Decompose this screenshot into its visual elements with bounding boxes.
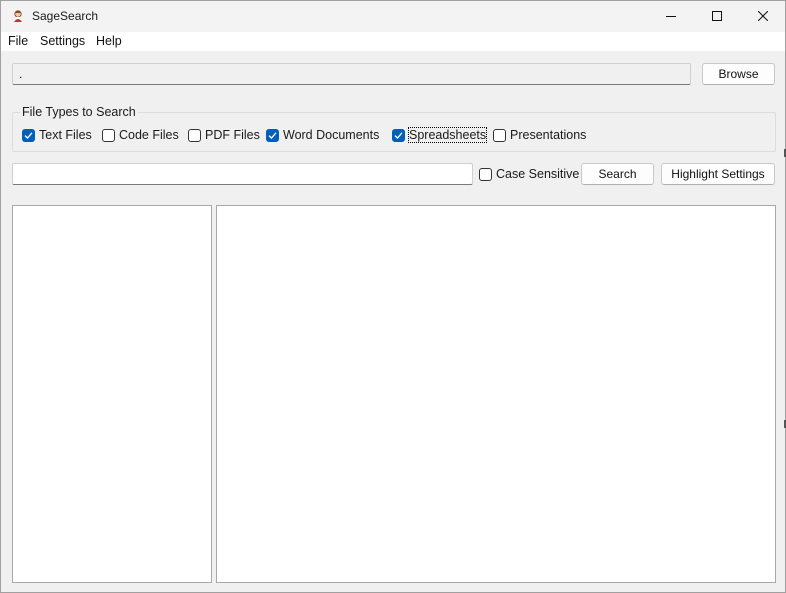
unchecked-box-icon (188, 128, 201, 142)
close-icon (757, 10, 769, 24)
checked-box-icon (392, 128, 405, 142)
results-list-panel[interactable] (12, 205, 212, 583)
unchecked-box-icon (493, 128, 506, 142)
checkbox-label: Presentations (510, 128, 587, 142)
preview-panel[interactable] (216, 205, 776, 583)
checked-box-icon (22, 128, 35, 142)
minimize-button[interactable] (648, 1, 694, 32)
checkbox-label: Spreadsheets (407, 127, 488, 143)
app-logo-icon (11, 9, 25, 23)
unchecked-box-icon (479, 167, 492, 181)
close-button[interactable] (740, 1, 786, 32)
checkbox-label: Case Sensitive (496, 167, 580, 181)
checkbox-label: Word Documents (283, 128, 380, 142)
checkbox-label: Code Files (119, 128, 179, 142)
checked-box-icon (266, 128, 279, 142)
minimize-icon (666, 10, 676, 24)
checkbox-word-documents[interactable]: Word Documents (266, 127, 379, 143)
checkbox-pdf-files[interactable]: PDF Files (188, 127, 260, 143)
search-input[interactable] (12, 163, 473, 185)
checkbox-spreadsheets[interactable]: Spreadsheets (392, 127, 488, 143)
checkbox-case-sensitive[interactable]: Case Sensitive (479, 166, 579, 182)
browse-button[interactable]: Browse (702, 63, 775, 85)
title-bar[interactable]: SageSearch (1, 1, 785, 32)
maximize-icon (712, 10, 722, 24)
checkbox-label: PDF Files (205, 128, 260, 142)
search-button[interactable]: Search (581, 163, 654, 185)
checkbox-text-files[interactable]: Text Files (22, 127, 92, 143)
app-window: SageSearch File Settings Help . Browse F… (0, 0, 786, 593)
checkbox-label: Text Files (39, 128, 92, 142)
menu-help[interactable]: Help (96, 34, 122, 48)
menu-bar: File Settings Help (1, 32, 785, 51)
unchecked-box-icon (102, 128, 115, 142)
folder-path-field[interactable]: . (12, 63, 691, 85)
menu-file[interactable]: File (8, 34, 28, 48)
file-types-legend: File Types to Search (20, 105, 138, 119)
menu-settings[interactable]: Settings (40, 34, 85, 48)
window-title: SageSearch (32, 9, 99, 23)
checkbox-code-files[interactable]: Code Files (102, 127, 179, 143)
highlight-settings-button[interactable]: Highlight Settings (661, 163, 775, 185)
maximize-button[interactable] (694, 1, 740, 32)
checkbox-presentations[interactable]: Presentations (493, 127, 586, 143)
